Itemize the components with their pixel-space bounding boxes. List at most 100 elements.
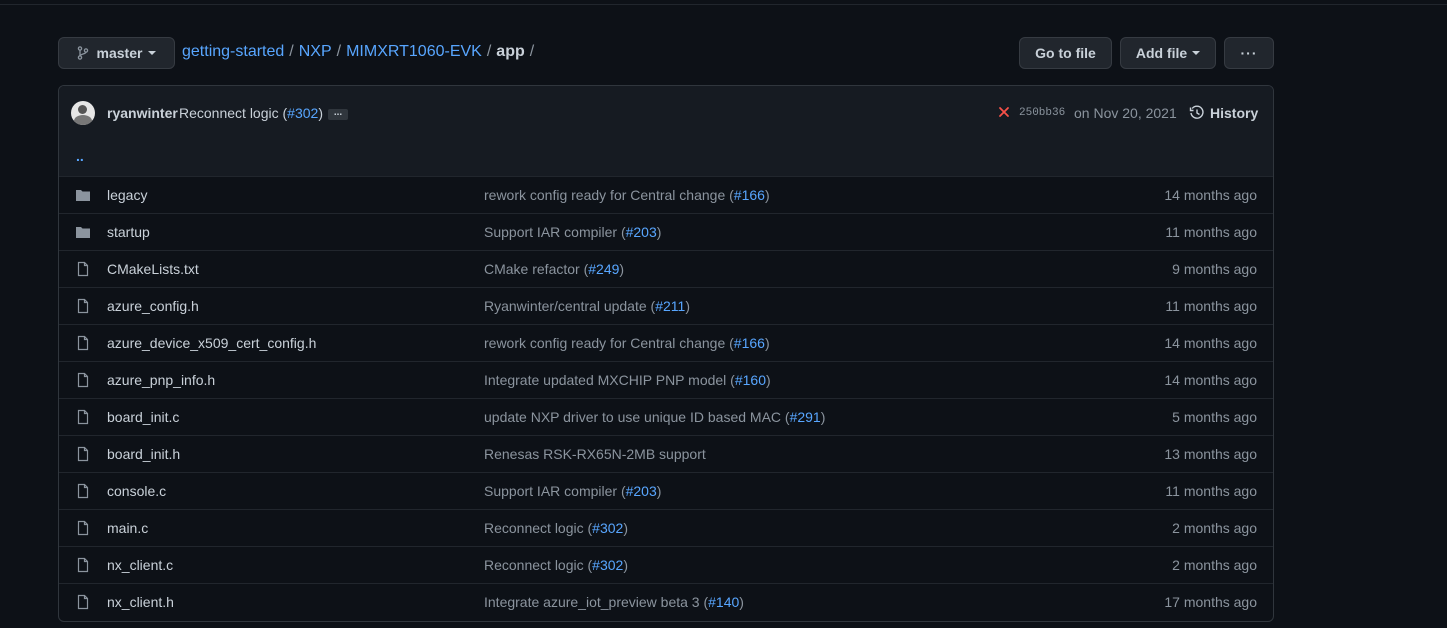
folder-icon	[76, 227, 90, 238]
table-row[interactable]: azure_device_x509_cert_config.h rework co…	[59, 325, 1273, 362]
file-commit-pr-link[interactable]: #203	[626, 483, 657, 499]
file-commit-pr-link[interactable]: #160	[735, 372, 766, 388]
file-commit-pr-link[interactable]: #166	[734, 187, 765, 203]
file-commit-pr-link[interactable]: #140	[708, 594, 739, 610]
chevron-down-icon	[148, 51, 157, 55]
file-commit-age: 11 months ago	[1165, 483, 1257, 499]
latest-commit-bar: ryanwinter Reconnect logic (#302) ... 25…	[59, 86, 1273, 141]
history-label: History	[1210, 105, 1259, 121]
table-row[interactable]: console.c Support IAR compiler (#203) 11 m…	[59, 473, 1273, 510]
file-commit-message[interactable]: Reconnect logic (#302)	[484, 520, 628, 536]
table-row[interactable]: board_init.h Renesas RSK-RX65N-2MB suppor…	[59, 436, 1273, 473]
file-name-link[interactable]: nx_client.c	[107, 557, 173, 573]
file-name-link[interactable]: azure_config.h	[107, 298, 199, 314]
file-commit-message[interactable]: rework config ready for Central change (…	[484, 335, 770, 351]
avatar[interactable]	[71, 101, 95, 125]
commit-message[interactable]: Reconnect logic (#302)	[179, 105, 323, 121]
go-to-file-button[interactable]: Go to file	[1019, 37, 1112, 69]
branch-icon	[77, 46, 88, 60]
file-commit-pr-link[interactable]: #211	[655, 298, 685, 314]
file-commit-message[interactable]: Support IAR compiler (#203)	[484, 483, 661, 499]
branch-label: master	[96, 45, 143, 61]
file-commit-message[interactable]: Ryanwinter/central update (#211)	[484, 298, 690, 314]
table-row[interactable]: nx_client.h Integrate azure_iot_preview b…	[59, 584, 1273, 620]
table-row[interactable]: legacy rework config ready for Central ch…	[59, 177, 1273, 214]
more-options-button[interactable]: ···	[1224, 37, 1274, 69]
add-file-label: Add file	[1135, 45, 1188, 61]
breadcrumb-link-board[interactable]: MIMXRT1060-EVK	[346, 43, 482, 61]
file-commit-age: 11 months ago	[1165, 224, 1257, 240]
file-icon	[77, 335, 89, 351]
file-icon	[77, 483, 89, 499]
file-icon	[77, 557, 89, 573]
file-commit-message[interactable]: Integrate updated MXCHIP PNP model (#160…	[484, 372, 771, 388]
file-commit-age: 17 months ago	[1164, 594, 1257, 610]
file-commit-age: 14 months ago	[1164, 372, 1257, 388]
table-row[interactable]: main.c Reconnect logic (#302) 2 months ago	[59, 510, 1273, 547]
file-name-link[interactable]: startup	[107, 224, 150, 240]
file-icon	[77, 298, 89, 314]
file-commit-pr-link[interactable]: #166	[734, 335, 765, 351]
commit-date: on Nov 20, 2021	[1074, 105, 1177, 121]
table-row[interactable]: azure_pnp_info.h Integrate updated MXCHIP…	[59, 362, 1273, 399]
file-icon	[77, 409, 89, 425]
commit-pr-link[interactable]: #302	[287, 105, 318, 121]
breadcrumb-link-nxp[interactable]: NXP	[299, 43, 332, 61]
file-commit-message[interactable]: rework config ready for Central change (…	[484, 187, 770, 203]
file-name-link[interactable]: CMakeLists.txt	[107, 261, 199, 277]
folder-icon	[76, 190, 90, 201]
add-file-button[interactable]: Add file	[1120, 37, 1216, 69]
file-icon	[77, 372, 89, 388]
file-icon	[77, 520, 89, 536]
file-commit-message[interactable]: Support IAR compiler (#203)	[484, 224, 661, 240]
file-name-link[interactable]: main.c	[107, 520, 148, 536]
file-commit-pr-link[interactable]: #249	[588, 261, 619, 277]
file-commit-pr-link[interactable]: #203	[626, 224, 657, 240]
x-icon[interactable]	[998, 106, 1010, 118]
commit-sha[interactable]: 250bb36	[1019, 107, 1065, 119]
file-commit-message[interactable]: Integrate azure_iot_preview beta 3 (#140…	[484, 594, 744, 610]
table-row[interactable]: startup Support IAR compiler (#203) 11 mon…	[59, 214, 1273, 251]
breadcrumb-separator: /	[486, 43, 492, 60]
parent-directory-link[interactable]: ..	[76, 148, 84, 164]
breadcrumb-repo-link[interactable]: getting-started	[182, 43, 284, 61]
file-commit-age: 5 months ago	[1172, 409, 1257, 425]
file-commit-pr-link[interactable]: #302	[592, 520, 623, 536]
file-icon	[77, 594, 89, 610]
file-name-link[interactable]: console.c	[107, 483, 166, 499]
file-commit-message[interactable]: update NXP driver to use unique ID based…	[484, 409, 825, 425]
file-name-link[interactable]: azure_device_x509_cert_config.h	[107, 335, 316, 351]
history-link[interactable]: History	[1189, 105, 1258, 121]
table-row[interactable]: azure_config.h Ryanwinter/central update …	[59, 288, 1273, 325]
top-divider	[0, 4, 1447, 5]
file-browser: ryanwinter Reconnect logic (#302) ... 25…	[58, 85, 1274, 622]
parent-directory-row[interactable]: ..	[59, 140, 1273, 177]
file-name-link[interactable]: board_init.h	[107, 446, 180, 462]
file-commit-age: 9 months ago	[1172, 261, 1257, 277]
file-name-link[interactable]: nx_client.h	[107, 594, 174, 610]
file-commit-message[interactable]: Renesas RSK-RX65N-2MB support	[484, 446, 706, 462]
file-commit-message[interactable]: CMake refactor (#249)	[484, 261, 624, 277]
kebab-icon: ···	[1240, 45, 1258, 61]
history-icon	[1189, 105, 1204, 119]
table-row[interactable]: CMakeLists.txt CMake refactor (#249) 9 mon…	[59, 251, 1273, 288]
file-commit-age: 14 months ago	[1164, 187, 1257, 203]
table-row[interactable]: board_init.c update NXP driver to use uni…	[59, 399, 1273, 436]
branch-select-button[interactable]: master	[58, 37, 175, 69]
file-commit-age: 2 months ago	[1172, 520, 1257, 536]
file-commit-age: 2 months ago	[1172, 557, 1257, 573]
file-name-link[interactable]: legacy	[107, 187, 147, 203]
breadcrumb-separator: /	[336, 43, 342, 60]
expand-commit-button[interactable]: ...	[328, 108, 348, 120]
file-name-link[interactable]: board_init.c	[107, 409, 179, 425]
file-commit-message[interactable]: Reconnect logic (#302)	[484, 557, 628, 573]
chevron-down-icon	[1192, 51, 1201, 55]
table-row[interactable]: nx_client.c Reconnect logic (#302) 2 month…	[59, 547, 1273, 584]
breadcrumb-separator: /	[289, 43, 294, 60]
commit-author[interactable]: ryanwinter	[107, 105, 178, 121]
file-commit-age: 13 months ago	[1164, 446, 1257, 462]
file-name-link[interactable]: azure_pnp_info.h	[107, 372, 215, 388]
file-commit-pr-link[interactable]: #302	[592, 557, 623, 573]
file-commit-pr-link[interactable]: #291	[790, 409, 821, 425]
file-icon	[77, 446, 89, 462]
